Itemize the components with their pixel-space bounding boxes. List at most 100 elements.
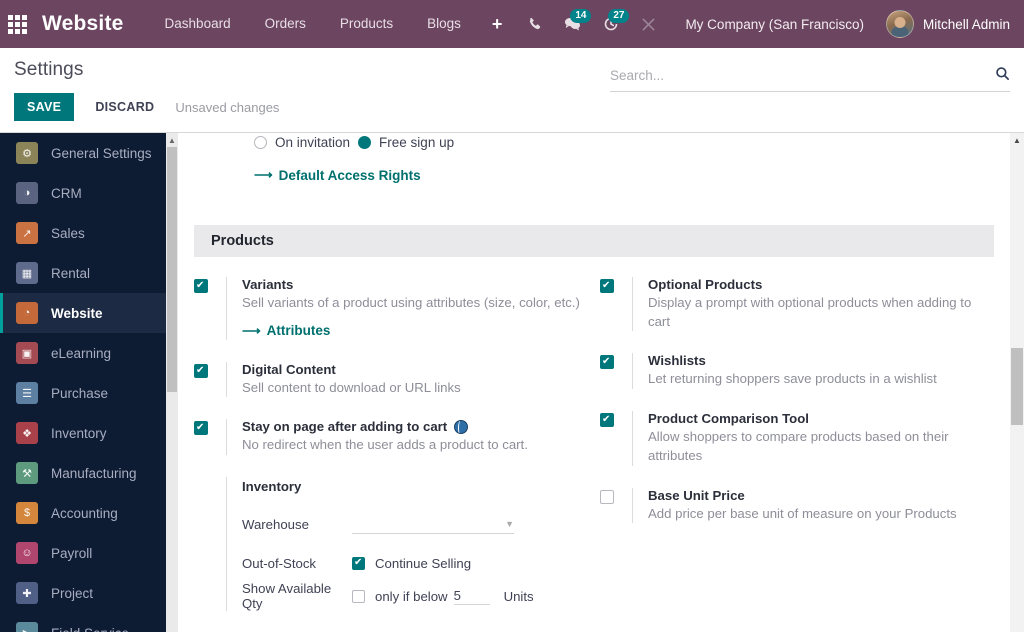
setting-title: Digital Content: [242, 362, 580, 377]
setting-description: Sell content to download or URL links: [242, 379, 580, 398]
setting-title: Base Unit Price: [648, 488, 984, 503]
sidebar-item-field-service[interactable]: ▶Field Service: [0, 613, 178, 632]
sidebar-item-project[interactable]: ✚Project: [0, 573, 178, 613]
sidebar-scrollbar[interactable]: ▲: [166, 133, 178, 632]
sidebar-item-label: Rental: [51, 266, 90, 281]
setting-description: Add price per base unit of measure on yo…: [648, 505, 984, 524]
content-scrollbar[interactable]: ▲: [1010, 133, 1024, 632]
sidebar-item-label: CRM: [51, 186, 82, 201]
warehouse-label: Warehouse: [242, 517, 352, 532]
setting-checkbox[interactable]: [600, 279, 614, 293]
setting-title: Wishlists: [648, 353, 984, 368]
search-icon[interactable]: [995, 66, 1010, 85]
setting-product-comparison-tool: Product Comparison ToolAllow shoppers to…: [600, 411, 1002, 465]
warehouse-row: Warehouse ▼: [242, 514, 598, 534]
setting-optional-products: Optional Products Display a prompt with o…: [600, 277, 1002, 331]
warehouse-select[interactable]: ▼: [352, 514, 514, 534]
unsaved-changes-status: Unsaved changes: [175, 100, 279, 115]
scroll-up-arrow-icon[interactable]: ▲: [166, 133, 178, 147]
settings-grid: VariantsSell variants of a product using…: [194, 277, 1002, 611]
auth-options-row: On invitation Free sign up: [194, 133, 1002, 151]
company-selector[interactable]: My Company (San Francisco): [685, 17, 864, 32]
setting-description: Let returning shoppers save products in …: [648, 370, 984, 389]
content-scrollbar-thumb[interactable]: [1011, 348, 1023, 425]
app-brand-website[interactable]: Website: [42, 12, 124, 36]
sidebar-item-label: Website: [51, 306, 103, 321]
setting-title-label: Optional Products: [648, 277, 762, 292]
setting-title-label: Variants: [242, 277, 293, 292]
content-scroll-up-arrow-icon[interactable]: ▲: [1010, 133, 1024, 147]
setting-body: Product Comparison ToolAllow shoppers to…: [632, 411, 984, 465]
user-menu[interactable]: Mitchell Admin: [886, 10, 1010, 38]
setting-checkbox[interactable]: [600, 490, 614, 504]
sidebar-scrollbar-thumb[interactable]: [167, 147, 177, 392]
sidebar-item-elearning[interactable]: ▣eLearning: [0, 333, 178, 373]
nav-item-blogs[interactable]: Blogs: [410, 0, 478, 48]
arrow-right-icon: ⟶: [254, 167, 273, 183]
settings-column-right: Optional Products Display a prompt with o…: [598, 277, 1002, 611]
nav-item-products[interactable]: Products: [323, 0, 410, 48]
nav-add-button[interactable]: +: [478, 0, 517, 48]
sidebar-item-label: Accounting: [51, 506, 118, 521]
setting-title-label: Digital Content: [242, 362, 336, 377]
setting-checkbox[interactable]: [600, 355, 614, 369]
setting-checkbox[interactable]: [600, 413, 614, 427]
setting-body: Wishlists Let returning shoppers save pro…: [632, 353, 984, 389]
attributes-link[interactable]: ⟶Attributes: [242, 323, 330, 339]
setting-checkbox[interactable]: [194, 364, 208, 378]
default-access-rights-link[interactable]: ⟶ Default Access Rights: [254, 167, 421, 183]
sidebar-item-payroll[interactable]: ☺Payroll: [0, 533, 178, 573]
setting-stay-on-page-after-adding-to-cart: Stay on page after adding to cart No redi…: [194, 419, 598, 455]
messages-icon[interactable]: 14: [553, 0, 592, 48]
sidebar-item-purchase[interactable]: ☰Purchase: [0, 373, 178, 413]
sidebar-item-crm[interactable]: ◑CRM: [0, 173, 178, 213]
nav-item-dashboard[interactable]: Dashboard: [148, 0, 248, 48]
qty-threshold-input[interactable]: [454, 588, 490, 605]
search-bar[interactable]: [610, 66, 1010, 92]
setting-description: Display a prompt with optional products …: [648, 294, 984, 331]
sidebar-item-accounting[interactable]: $Accounting: [0, 493, 178, 533]
save-button[interactable]: SAVE: [14, 93, 74, 121]
sidebar-item-inventory[interactable]: ❖Inventory: [0, 413, 178, 453]
sidebar-item-rental[interactable]: ▦Rental: [0, 253, 178, 293]
inventory-title: Inventory: [242, 479, 598, 494]
setting-title: Stay on page after adding to cart: [242, 419, 580, 434]
continue-selling-label: Continue Selling: [375, 556, 471, 571]
show-available-qty-checkbox[interactable]: [352, 590, 365, 603]
setting-checkbox[interactable]: [194, 279, 208, 293]
show-available-qty-label: Show Available Qty: [242, 581, 352, 611]
inventory-subsection: Inventory Warehouse ▼ Out-of-Stock Conti…: [226, 477, 598, 611]
action-button-row: SAVE DISCARD Unsaved changes: [14, 93, 1010, 121]
avatar: [886, 10, 914, 38]
sidebar-item-manufacturing[interactable]: ⚒Manufacturing: [0, 453, 178, 493]
phone-icon[interactable]: [516, 0, 553, 48]
sidebar-item-label: Payroll: [51, 546, 92, 561]
settings-sidebar: ⚙General Settings◑CRM↗Sales▦Rental◔Websi…: [0, 133, 178, 632]
wrench-icon[interactable]: [630, 0, 667, 48]
radio-label-free-signup: Free sign up: [379, 135, 454, 150]
messages-count-badge: 14: [570, 9, 591, 23]
apps-grid-icon[interactable]: [0, 0, 34, 48]
sidebar-item-website[interactable]: ◔Website: [0, 293, 178, 333]
body-area: ⚙General Settings◑CRM↗Sales▦Rental◔Websi…: [0, 133, 1024, 632]
search-input[interactable]: [610, 68, 989, 83]
activities-clock-icon[interactable]: 27: [592, 0, 630, 48]
continue-selling-checkbox[interactable]: [352, 557, 365, 570]
sidebar-item-general-settings[interactable]: ⚙General Settings: [0, 133, 178, 173]
setting-body: Digital Content Sell content to download …: [226, 362, 580, 398]
nav-item-orders[interactable]: Orders: [248, 0, 323, 48]
radio-free-signup[interactable]: [358, 136, 371, 149]
setting-title: Variants: [242, 277, 580, 292]
activities-count-badge: 27: [608, 9, 629, 23]
setting-checkbox[interactable]: [194, 421, 208, 435]
sidebar-item-label: Manufacturing: [51, 466, 137, 481]
sidebar-item-sales[interactable]: ↗Sales: [0, 213, 178, 253]
radio-on-invitation[interactable]: [254, 136, 267, 149]
setting-digital-content: Digital Content Sell content to download …: [194, 362, 598, 398]
setting-title: Product Comparison Tool: [648, 411, 984, 426]
top-navbar: Website Dashboard Orders Products Blogs …: [0, 0, 1024, 48]
discard-button[interactable]: DISCARD: [81, 93, 168, 121]
setting-description: No redirect when the user adds a product…: [242, 436, 580, 455]
settings-column-left: VariantsSell variants of a product using…: [194, 277, 598, 611]
units-label: Units: [504, 589, 534, 604]
